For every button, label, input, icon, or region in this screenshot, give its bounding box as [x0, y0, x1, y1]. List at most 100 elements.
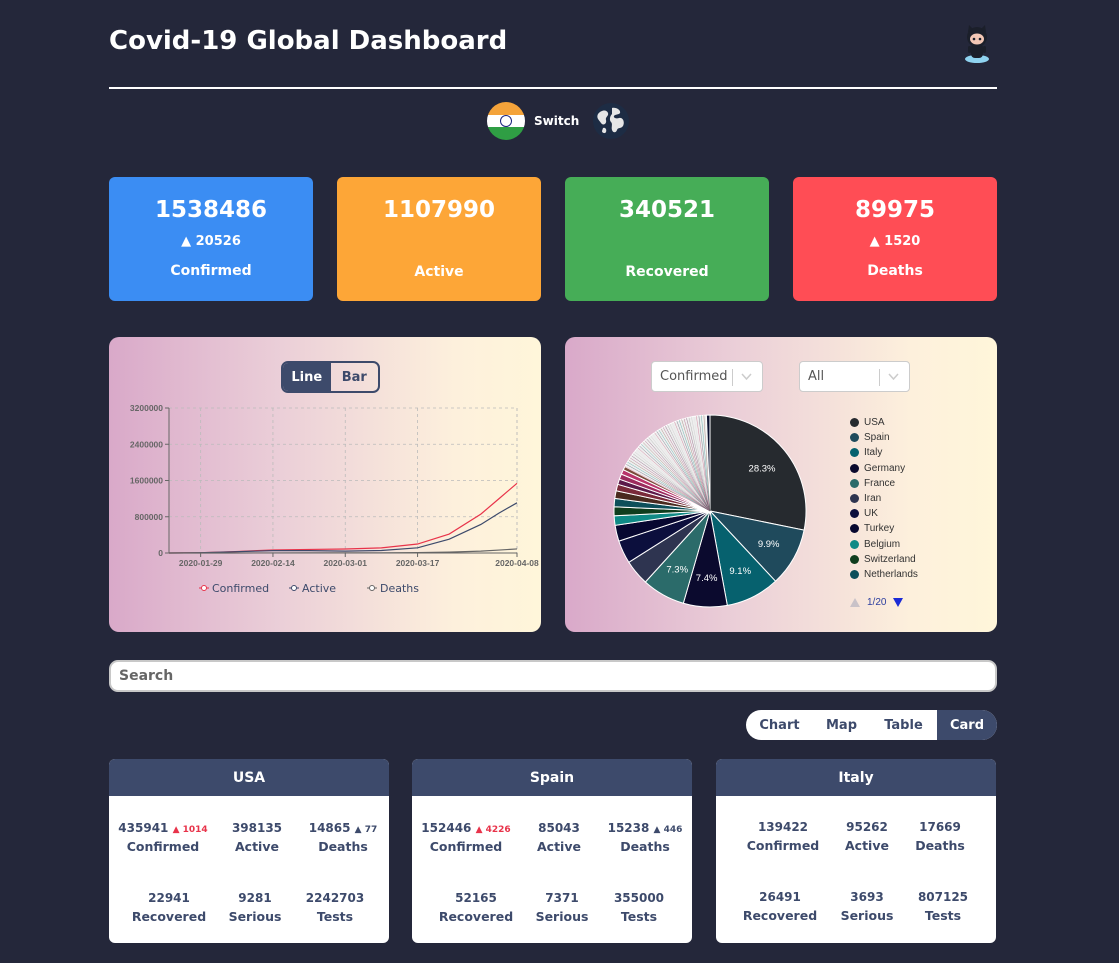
legend-item-germany[interactable]: Germany: [850, 461, 918, 476]
card-recovered: 26491 Recovered: [742, 890, 818, 923]
view-tabs[interactable]: Chart Map Table Card: [746, 710, 997, 740]
legend-item-turkey[interactable]: Turkey: [850, 521, 918, 536]
card-label: Deaths: [915, 838, 965, 853]
pie-slice-label: 9.1%: [729, 566, 751, 577]
legend-item-deaths: Deaths: [367, 582, 419, 595]
legend-label: Active: [302, 582, 336, 595]
card-label: Confirmed: [429, 839, 503, 854]
card-serious: 3693 Serious: [833, 890, 901, 923]
legend-label: Iran: [864, 493, 882, 505]
triangle-down-icon[interactable]: [893, 598, 904, 607]
y-tick-label: 2400000: [130, 439, 163, 449]
tab-table[interactable]: Table: [870, 710, 937, 740]
legend-item-belgium[interactable]: Belgium: [850, 537, 918, 552]
pie-slice-label: 9.9%: [758, 539, 780, 550]
card-label: Tests: [924, 908, 962, 923]
country-card-spain[interactable]: Spain 152446 ▲ 4226 Confirmed 85043 Acti…: [412, 759, 692, 943]
pie-slice-label: 7.3%: [666, 565, 688, 576]
card-value: 2242703: [305, 891, 365, 905]
card-active: 95262 Active: [833, 820, 901, 853]
series-line-active: [168, 502, 518, 554]
card-active: 398135 Active: [221, 821, 293, 854]
chevron-down-icon: [888, 373, 899, 381]
legend-item-switzerland[interactable]: Switzerland: [850, 552, 918, 567]
pie-chart-panel: Confirmed All 28.3% 9.9% 9.1% 7.4% 7.3% USA S…: [565, 337, 997, 632]
card-recovered: 22941 Recovered: [131, 891, 207, 924]
y-tick-label: 0: [158, 548, 163, 558]
stat-value: 1538486: [154, 197, 268, 223]
card-value: 139422: [757, 820, 809, 834]
card-serious: 9281 Serious: [221, 891, 289, 924]
legend-label: Turkey: [864, 523, 895, 535]
y-tick-label: 3200000: [130, 403, 163, 413]
card-label: Deaths: [318, 839, 368, 854]
x-tick-label: 2020-03-17: [396, 558, 440, 568]
card-label: Confirmed: [126, 839, 200, 854]
legend-item-italy[interactable]: Italy: [850, 445, 918, 460]
legend-dot: [850, 433, 859, 443]
triangle-up-icon[interactable]: [850, 598, 860, 607]
card-country-name: Spain: [412, 759, 692, 796]
card-confirmed: 139422 Confirmed: [745, 820, 821, 853]
legend-label: Confirmed: [212, 582, 269, 595]
country-card-italy[interactable]: Italy 139422 Confirmed 95262 Active 1766…: [716, 759, 996, 943]
stat-card-recovered: 340521 Recovered: [565, 177, 769, 301]
card-tests: 355000 Tests: [607, 891, 671, 924]
pie-slice-label: 28.3%: [749, 463, 776, 474]
search-box[interactable]: [109, 660, 997, 692]
card-label: Tests: [316, 909, 354, 924]
select-separator: [879, 369, 880, 386]
tab-chart[interactable]: Chart: [746, 710, 813, 740]
card-value: 85043: [538, 821, 580, 835]
legend-item-france[interactable]: France: [850, 476, 918, 491]
legend-label: Belgium: [864, 538, 901, 550]
line-chart-panel: Line Bar 0 800000 1600000 2400000 3200000 202…: [109, 337, 541, 632]
tab-card[interactable]: Card: [937, 710, 997, 740]
line-chart: 0 800000 1600000 2400000 3200000 2020-01-29 20…: [130, 403, 539, 595]
card-label: Serious: [535, 909, 589, 924]
card-label: Confirmed: [746, 838, 820, 853]
card-label: Recovered: [438, 909, 514, 924]
globe-icon[interactable]: [592, 102, 630, 140]
y-tick-label: 800000: [135, 512, 164, 522]
legend-label: Italy: [864, 447, 883, 459]
country-card-usa[interactable]: USA 435941 ▲ 1014 Confirmed 398135 Activ…: [109, 759, 389, 943]
pie-legend: USA Spain Italy Germany France Iran UK Turkey Be…: [850, 415, 918, 582]
card-value: 7371: [545, 891, 579, 905]
card-value: 15238: [607, 821, 650, 835]
card-label: Active: [537, 839, 581, 854]
github-octocat-icon[interactable]: [960, 24, 994, 64]
legend-item-spain[interactable]: Spain: [850, 430, 918, 445]
card-confirmed: 152446 ▲ 4226 Confirmed: [418, 821, 514, 854]
legend-item-uk[interactable]: UK: [850, 506, 918, 521]
card-label: Tests: [620, 909, 658, 924]
legend-item-usa[interactable]: USA: [850, 415, 918, 430]
legend-dot: [850, 554, 859, 564]
card-deaths: 17669 Deaths: [908, 820, 972, 853]
card-value: 3693: [850, 890, 884, 904]
legend-label: Deaths: [380, 582, 419, 595]
card-value: 26491: [759, 890, 801, 904]
legend-label: Switzerland: [864, 553, 916, 565]
switch-label[interactable]: Switch: [534, 114, 579, 128]
card-label: Recovered: [742, 908, 818, 923]
card-label: Recovered: [131, 909, 207, 924]
region-switcher[interactable]: Switch: [487, 102, 630, 140]
card-country-name: USA: [109, 759, 389, 796]
legend-item-confirmed: Confirmed: [199, 582, 269, 595]
tab-map[interactable]: Map: [813, 710, 870, 740]
stat-label: Recovered: [625, 264, 709, 280]
legend-item-netherlands[interactable]: Netherlands: [850, 567, 918, 582]
legend-dot: [850, 539, 859, 549]
card-recovered: 52165 Recovered: [438, 891, 514, 924]
legend-swatch-marker: [369, 585, 375, 591]
india-flag-icon[interactable]: [487, 102, 525, 140]
stat-label: Confirmed: [170, 263, 252, 279]
legend-dot: [850, 418, 859, 428]
card-value: 14865: [308, 821, 351, 835]
stat-label: Deaths: [867, 263, 923, 279]
stat-label: Active: [414, 264, 464, 280]
legend-item-iran[interactable]: Iran: [850, 491, 918, 506]
legend-item-active: Active: [289, 582, 336, 595]
search-input[interactable]: [111, 662, 995, 690]
